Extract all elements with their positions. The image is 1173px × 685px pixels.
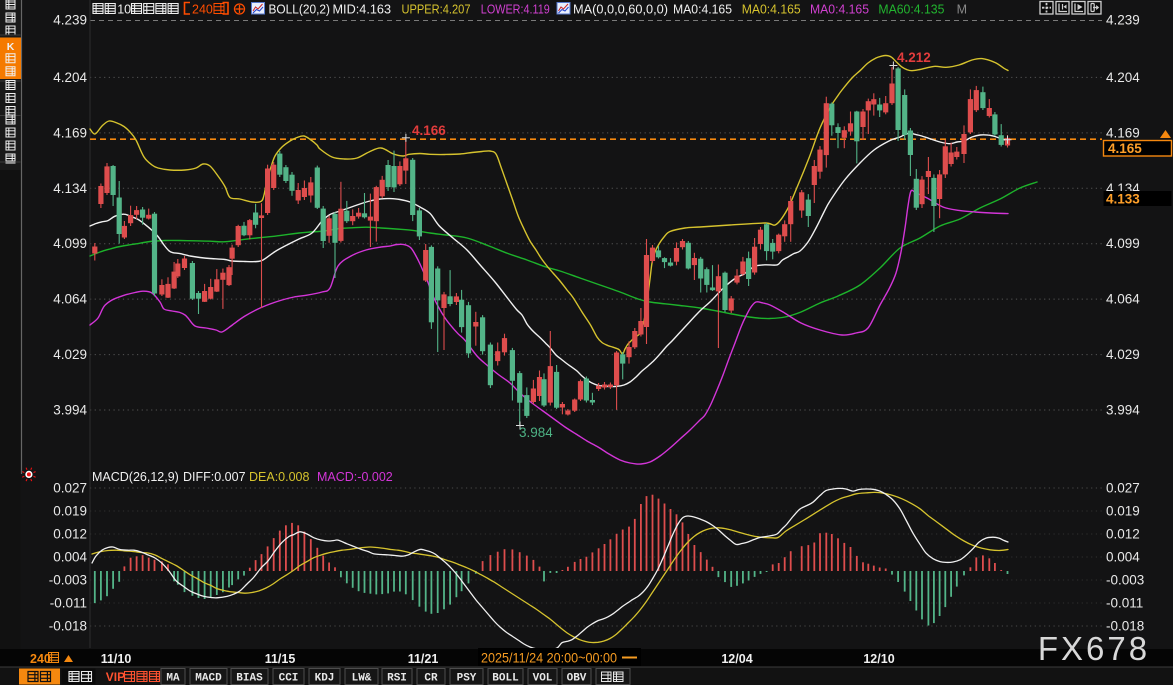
svg-text:MA0:4.165: MA0:4.165 [742,3,801,17]
svg-text:-0.003: -0.003 [1106,573,1144,588]
svg-text:0.019: 0.019 [53,504,87,519]
svg-text:4.169: 4.169 [53,125,87,140]
svg-text:240: 240 [30,652,51,666]
svg-text:4.239: 4.239 [1106,13,1140,28]
svg-text:4.204: 4.204 [53,70,87,85]
svg-text:BOLL(20,2): BOLL(20,2) [269,3,331,17]
svg-text:-0.018: -0.018 [49,619,87,634]
svg-text:BOLL: BOLL [492,673,519,685]
svg-text:KDJ: KDJ [315,673,335,685]
svg-text:BIAS: BIAS [236,673,263,685]
svg-text:MACD(26,12,9): MACD(26,12,9) [92,470,179,484]
svg-text:0.004: 0.004 [53,550,87,565]
svg-text:MA0:4.165: MA0:4.165 [810,3,869,17]
svg-text:DEA:0.008: DEA:0.008 [249,470,310,484]
svg-text:UPPER:4.207: UPPER:4.207 [402,3,471,17]
svg-text:0.012: 0.012 [1106,527,1140,542]
svg-text:VIP: VIP [106,670,125,684]
svg-text:CR: CR [424,673,438,685]
svg-text:MACD:-0.002: MACD:-0.002 [317,470,393,484]
svg-text:MA60:4.135: MA60:4.135 [878,3,944,17]
svg-text:0.012: 0.012 [53,527,87,542]
svg-text:3.984: 3.984 [519,425,553,440]
svg-text:2025/11/24 20:00~00:00: 2025/11/24 20:00~00:00 [481,651,617,666]
svg-text:4.099: 4.099 [1106,236,1140,251]
svg-text:4.064: 4.064 [53,292,87,307]
svg-text:4.133: 4.133 [1106,192,1140,207]
svg-text:LOWER:4.119: LOWER:4.119 [481,3,550,17]
svg-text:MID:4.163: MID:4.163 [333,3,392,17]
svg-text:0.027: 0.027 [53,481,87,496]
svg-text:CCI: CCI [279,673,299,685]
svg-text:M: M [957,3,967,17]
svg-text:4.099: 4.099 [53,236,87,251]
svg-text:4.029: 4.029 [1106,347,1140,362]
svg-text:MACD: MACD [195,673,222,685]
svg-text:12/10: 12/10 [863,652,894,666]
svg-text:0.004: 0.004 [1106,550,1140,565]
svg-text:4.169: 4.169 [1106,125,1140,140]
svg-text:RSI: RSI [387,673,407,685]
svg-text:-0.003: -0.003 [49,573,87,588]
svg-text:FX678: FX678 [1038,630,1150,667]
svg-text:10: 10 [117,3,131,17]
svg-text:4.212: 4.212 [897,50,931,65]
svg-text:OBV: OBV [567,673,587,685]
svg-text:4.239: 4.239 [53,13,87,28]
svg-text:0.027: 0.027 [1106,481,1140,496]
svg-text:-0.011: -0.011 [1106,596,1143,611]
svg-text:4.166: 4.166 [412,123,446,138]
svg-text:4.064: 4.064 [1106,292,1140,307]
svg-text:DIFF:0.007: DIFF:0.007 [183,470,246,484]
svg-text:-0.011: -0.011 [50,596,87,611]
svg-text:11/15: 11/15 [265,652,296,666]
svg-text:3.994: 3.994 [1106,403,1140,418]
svg-text:MA: MA [166,673,180,685]
svg-text:12/04: 12/04 [721,652,752,666]
svg-text:MA0:4.165: MA0:4.165 [673,3,732,17]
svg-text:PSY: PSY [457,673,477,685]
svg-text:LW&: LW& [352,673,372,685]
svg-text:4.134: 4.134 [53,181,87,196]
svg-text:4.029: 4.029 [53,347,87,362]
svg-text:4.204: 4.204 [1106,70,1140,85]
svg-text:240: 240 [192,3,213,17]
svg-text:4.165: 4.165 [1108,141,1142,156]
svg-text:3.994: 3.994 [53,403,87,418]
svg-text:11/10: 11/10 [101,652,132,666]
svg-text:0.019: 0.019 [1106,504,1140,519]
svg-text:11/21: 11/21 [408,652,439,666]
svg-text:K: K [7,41,15,53]
svg-text:VOL: VOL [533,673,553,685]
svg-text:MA(0,0,0,60,0,0): MA(0,0,0,60,0,0) [573,3,668,17]
